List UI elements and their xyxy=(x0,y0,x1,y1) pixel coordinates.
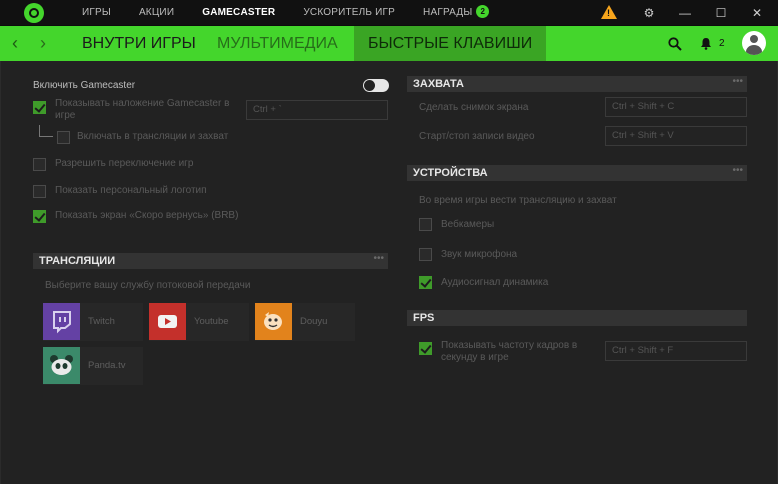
search-icon[interactable] xyxy=(668,26,682,61)
panda-tv-icon xyxy=(43,347,80,384)
forward-arrow-icon[interactable]: › xyxy=(40,26,46,61)
service-panda-label: Panda.tv xyxy=(88,360,126,371)
speaker-audio-label: Аудиосигнал динамика xyxy=(441,277,549,288)
tree-connector xyxy=(39,125,53,137)
fps-hotkey-field[interactable]: Ctrl + Shift + F xyxy=(605,341,747,361)
section-navigation: ‹ › ВНУТРИ ИГРЫ МУЛЬТИМЕДИА БЫСТРЫЕ КЛАВ… xyxy=(0,26,778,61)
tab-game-booster[interactable]: УСКОРИТЕЛЬ ИГР xyxy=(289,0,409,26)
top-navigation: ИГРЫ АКЦИИ GAMECASTER УСКОРИТЕЛЬ ИГР НАГ… xyxy=(68,0,503,26)
screenshot-label: Сделать снимок экрана xyxy=(419,102,529,113)
include-in-stream-checkbox[interactable] xyxy=(57,131,70,144)
overlay-checkbox[interactable] xyxy=(33,101,46,114)
allow-game-switch-label: Разрешить переключение игр xyxy=(55,158,194,169)
service-douyu[interactable]: Douyu xyxy=(255,303,355,341)
tab-in-game[interactable]: ВНУТРИ ИГРЫ xyxy=(82,26,196,61)
twitch-icon xyxy=(43,303,80,340)
streams-hint: Выберите вашу службу потоковой передачи xyxy=(45,280,251,291)
tab-deals[interactable]: АКЦИИ xyxy=(125,0,188,26)
brb-screen-checkbox[interactable] xyxy=(33,210,46,223)
brb-screen-label: Показать экран «Скоро вернусь» (BRB) xyxy=(55,210,239,221)
webcam-label: Вебкамеры xyxy=(441,219,495,230)
service-twitch[interactable]: Twitch xyxy=(43,303,143,341)
notification-bell-icon[interactable] xyxy=(700,26,712,61)
razer-logo-icon[interactable] xyxy=(24,3,44,23)
record-label: Старт/стоп записи видео xyxy=(419,131,535,142)
service-youtube-label: Youtube xyxy=(194,316,229,327)
maximize-button[interactable]: ☐ xyxy=(706,0,736,26)
user-avatar[interactable] xyxy=(742,31,766,55)
allow-game-switch-checkbox[interactable] xyxy=(33,158,46,171)
more-options-icon[interactable]: ••• xyxy=(732,76,743,88)
title-bar: ИГРЫ АКЦИИ GAMECASTER УСКОРИТЕЛЬ ИГР НАГ… xyxy=(0,0,778,26)
enable-gamecaster-toggle[interactable] xyxy=(363,79,389,92)
notification-count: 2 xyxy=(719,38,725,49)
streams-section-header: ТРАНСЛЯЦИИ ••• xyxy=(33,253,388,269)
service-twitch-label: Twitch xyxy=(88,316,115,327)
mic-label: Звук микрофона xyxy=(441,249,518,260)
minimize-button[interactable]: — xyxy=(670,0,700,26)
tab-multimedia[interactable]: МУЛЬТИМЕДИА xyxy=(217,26,338,61)
overlay-label: Показывать наложение Gamecaster в игре xyxy=(55,98,230,121)
show-fps-label-line1: Показывать частоту кадров в xyxy=(441,340,578,351)
tab-gamecaster[interactable]: GAMECASTER xyxy=(188,0,289,26)
enable-gamecaster-label: Включить Gamecaster xyxy=(33,80,136,91)
devices-title: УСТРОЙСТВА xyxy=(413,167,488,179)
more-options-icon[interactable]: ••• xyxy=(373,253,384,265)
custom-logo-checkbox[interactable] xyxy=(33,185,46,198)
devices-hint: Во время игры вести трансляцию и захват xyxy=(419,195,617,206)
settings-panel: Включить Gamecaster Показывать наложение… xyxy=(0,61,778,484)
include-in-stream-label: Включать в трансляции и захват xyxy=(77,131,229,142)
fps-title: FPS xyxy=(413,312,435,324)
douyu-icon xyxy=(255,303,292,340)
service-panda[interactable]: Panda.tv xyxy=(43,347,143,385)
show-fps-checkbox[interactable] xyxy=(419,342,432,355)
screenshot-hotkey-field[interactable]: Ctrl + Shift + C xyxy=(605,97,747,117)
capture-title: ЗАХВАТА xyxy=(413,78,464,90)
tab-games[interactable]: ИГРЫ xyxy=(68,0,125,26)
settings-icon[interactable]: ⚙ xyxy=(634,0,664,26)
capture-section-header: ЗАХВАТА ••• xyxy=(407,76,747,92)
tab-rewards[interactable]: НАГРАДЫ 2 xyxy=(409,0,503,26)
record-hotkey-field[interactable]: Ctrl + Shift + V xyxy=(605,126,747,146)
warning-icon[interactable]: ! xyxy=(601,5,617,19)
fps-section-header: FPS xyxy=(407,310,747,326)
custom-logo-label: Показать персональный логотип xyxy=(55,185,207,196)
speaker-audio-checkbox[interactable] xyxy=(419,276,432,289)
tab-hotkeys[interactable]: БЫСТРЫЕ КЛАВИШИ xyxy=(354,26,547,61)
show-fps-label-line2: секунду в игре xyxy=(441,352,509,363)
tab-rewards-label: НАГРАДЫ xyxy=(423,7,473,18)
webcam-checkbox[interactable] xyxy=(419,218,432,231)
service-douyu-label: Douyu xyxy=(300,316,328,327)
devices-section-header: УСТРОЙСТВА ••• xyxy=(407,165,747,181)
youtube-icon xyxy=(149,303,186,340)
more-options-icon[interactable]: ••• xyxy=(732,165,743,177)
back-arrow-icon[interactable]: ‹ xyxy=(12,26,18,61)
close-button[interactable]: ✕ xyxy=(742,0,772,26)
service-youtube[interactable]: Youtube xyxy=(149,303,249,341)
overlay-hotkey-field[interactable]: Ctrl + ` xyxy=(246,100,388,120)
rewards-badge: 2 xyxy=(476,5,490,18)
streams-title: ТРАНСЛЯЦИИ xyxy=(39,255,116,267)
mic-checkbox[interactable] xyxy=(419,248,432,261)
